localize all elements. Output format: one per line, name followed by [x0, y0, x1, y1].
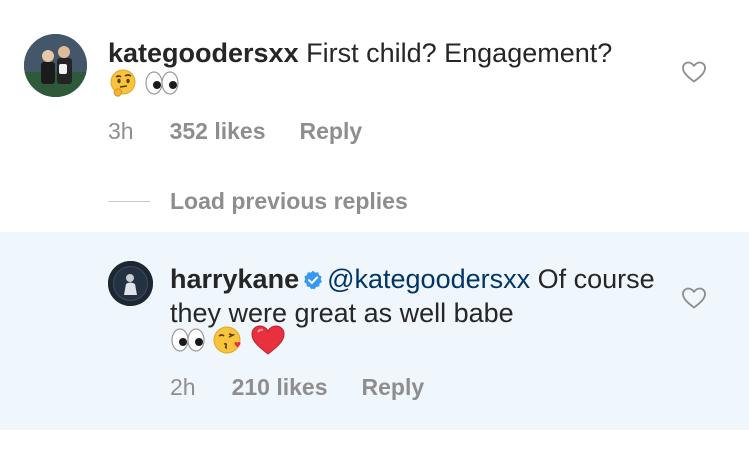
comment-text: kategoodersxx First child? Engagement? — [108, 36, 668, 70]
comment-kategoodersxx: kategoodersxx First child? Engagement? 3… — [0, 0, 749, 180]
reply-button[interactable]: Reply — [362, 374, 425, 401]
avatar-photo-icon — [108, 261, 153, 306]
comment-username[interactable]: harrykane — [170, 264, 299, 294]
reply-button[interactable]: Reply — [300, 118, 363, 145]
like-heart-icon[interactable] — [681, 286, 707, 310]
comment-time: 2h — [170, 374, 196, 400]
comment-text: harrykane @kategoodersxx Of course they … — [170, 262, 660, 330]
comment-time: 3h — [108, 118, 134, 144]
comment-emojis — [108, 68, 180, 98]
comment-meta: 3h 352 likes Reply — [108, 118, 362, 145]
eyes-icon — [171, 328, 205, 352]
avatar-photo-icon — [24, 34, 87, 97]
comment-username[interactable]: kategoodersxx — [108, 38, 299, 68]
likes-count[interactable]: 210 likes — [232, 374, 328, 401]
red-heart-icon — [251, 325, 285, 355]
comment-body: First child? Engagement? — [306, 38, 613, 68]
eyes-icon — [145, 71, 179, 95]
avatar[interactable] — [24, 34, 87, 97]
load-previous-label: Load previous replies — [170, 188, 408, 214]
divider-line — [108, 201, 150, 202]
comment-meta: 2h 210 likes Reply — [170, 374, 424, 401]
verified-badge-icon — [304, 270, 322, 290]
mention-link[interactable]: @kategoodersxx — [327, 264, 530, 294]
like-heart-icon[interactable] — [681, 60, 707, 84]
thinking-face-icon — [110, 69, 136, 97]
likes-count[interactable]: 352 likes — [170, 118, 266, 145]
avatar[interactable] — [108, 261, 153, 306]
load-previous-replies-button[interactable]: Load previous replies — [108, 188, 408, 215]
bottom-edge — [0, 430, 749, 450]
face-blowing-kiss-icon — [213, 326, 241, 354]
comment-emojis — [170, 324, 286, 356]
